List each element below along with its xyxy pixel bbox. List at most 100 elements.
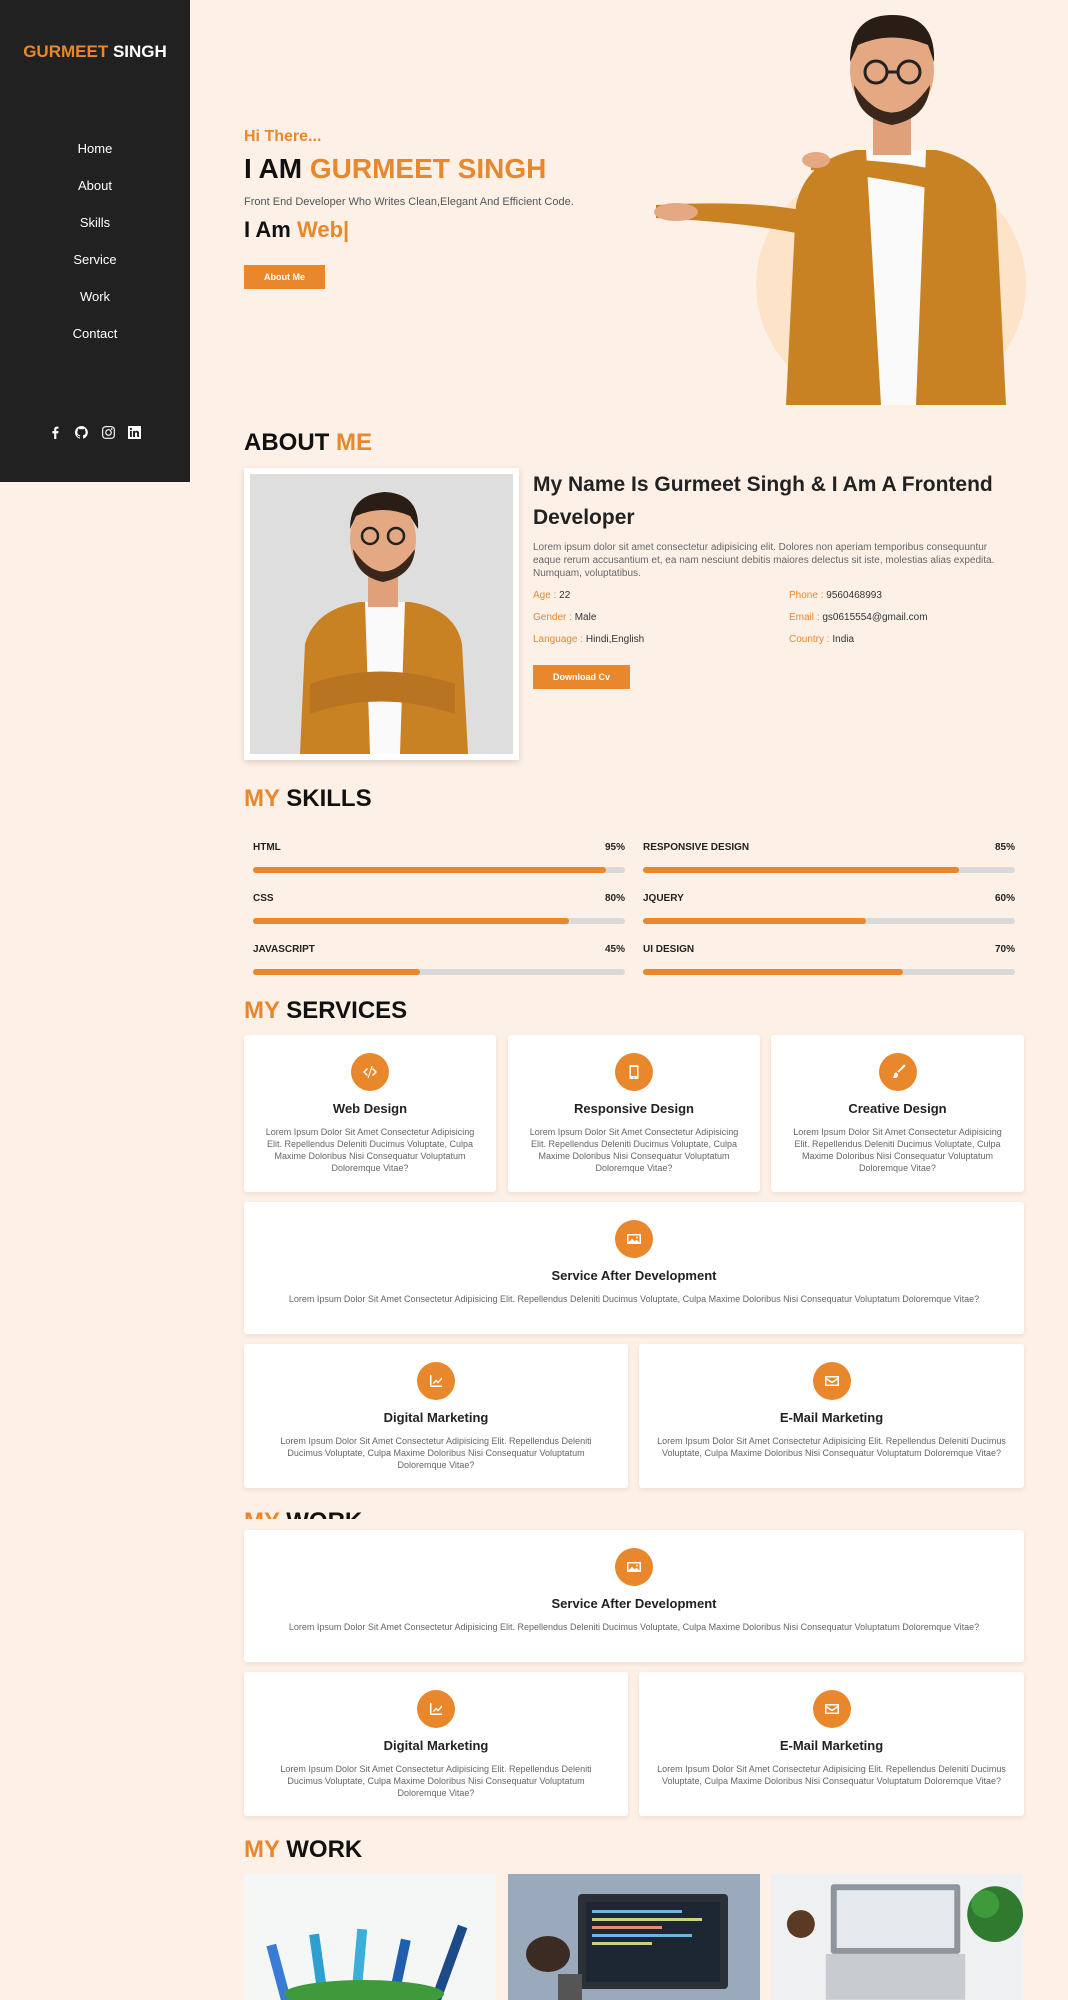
service-text: Lorem Ipsum Dolor Sit Amet Consectetur A… — [288, 1622, 980, 1632]
skill-bar — [643, 969, 1015, 975]
skill-bar — [253, 969, 625, 975]
about-me-button[interactable]: About Me — [244, 265, 325, 289]
info-phone-key: Phone : — [789, 590, 824, 601]
info-age: Age : 22 — [533, 590, 570, 601]
work-heading: MY WORK — [244, 1836, 362, 1864]
hero-title-prefix: I AM — [244, 153, 303, 184]
info-language-value: Hindi,English — [585, 634, 645, 645]
service-card-after-development[interactable]: Service After Development Lorem Ipsum Do… — [244, 1202, 1024, 1334]
skills-heading-first: MY — [244, 785, 280, 812]
skill-bar-fill — [643, 867, 960, 873]
service-card-creative-design[interactable]: Creative Design Lorem Ipsum Dolor Sit Am… — [771, 1035, 1024, 1192]
code-icon — [351, 1053, 389, 1091]
instagram-icon[interactable] — [101, 425, 115, 440]
envelope-icon — [812, 1362, 851, 1400]
service-title: E-Mail Marketing — [779, 1738, 884, 1753]
hero-portrait — [654, 15, 1026, 405]
about-photo-frame — [244, 468, 519, 760]
services-heading-first: MY — [244, 997, 280, 1024]
nav-contact[interactable]: Contact — [0, 323, 190, 360]
skill-bar-fill — [253, 918, 570, 924]
hero-typed-text: I Am Web| — [244, 217, 349, 243]
service-card-web-design[interactable]: Web Design Lorem Ipsum Dolor Sit Amet Co… — [244, 1035, 496, 1192]
brush-icon — [878, 1053, 917, 1091]
service-title: Web Design — [332, 1101, 408, 1116]
service-text: Lorem Ipsum Dolor Sit Amet Consectetur A… — [280, 1436, 592, 1470]
brand-first: GURMEET — [23, 42, 109, 61]
nav-work[interactable]: Work — [0, 286, 190, 323]
service-title: Creative Design — [848, 1101, 947, 1116]
info-language-key: Language : — [533, 634, 584, 645]
skill-responsive-design: RESPONSIVE DESIGN 85% — [643, 842, 1015, 873]
image-icon — [615, 1220, 653, 1258]
chart-icon — [417, 1362, 455, 1400]
about-heading-first: ABOUT — [244, 429, 330, 456]
skill-bar — [643, 918, 1015, 924]
skill-name: JQUERY — [643, 893, 684, 904]
service-text: Lorem Ipsum Dolor Sit Amet Consectetur A… — [657, 1764, 1006, 1786]
service-card-digital-marketing[interactable]: Digital Marketing Lorem Ipsum Dolor Sit … — [244, 1344, 628, 1488]
skill-jquery: JQUERY 60% — [643, 893, 1015, 924]
skills-heading: MY SKILLS — [244, 785, 372, 813]
service-card-responsive-design[interactable]: Responsive Design Lorem Ipsum Dolor Sit … — [508, 1035, 760, 1192]
nav-service[interactable]: Service — [0, 249, 190, 286]
service-card-digital-marketing-duplicate[interactable]: Digital Marketing Lorem Ipsum Dolor Sit … — [244, 1672, 628, 1816]
info-phone: Phone : 9560468993 — [789, 590, 882, 601]
skill-bar — [643, 867, 1015, 873]
skill-percent: 60% — [994, 893, 1015, 904]
skill-percent: 85% — [994, 842, 1015, 853]
about-heading: ABOUT ME — [244, 429, 372, 457]
info-email: Email : gs0615554@gmail.com — [789, 612, 928, 623]
sidebar: GURMEET SINGH Home About Skills Service … — [0, 0, 190, 482]
about-name-line: My Name Is Gurmeet Singh & I Am A Fronte… — [533, 473, 993, 529]
services-heading: MY SERVICES — [244, 997, 407, 1025]
about-photo — [250, 474, 513, 754]
skill-bar-fill — [253, 969, 421, 975]
skill-html: HTML 95% — [253, 842, 625, 873]
work-heading-cutoff-first: MY — [244, 1508, 280, 1519]
info-language: Language : Hindi,English — [533, 634, 644, 645]
service-title: Service After Development — [551, 1268, 717, 1283]
skill-percent: 70% — [994, 944, 1015, 955]
service-text: Lorem Ipsum Dolor Sit Amet Consectetur A… — [280, 1764, 592, 1798]
service-title: Digital Marketing — [383, 1410, 489, 1425]
facebook-icon[interactable] — [48, 425, 62, 440]
nav-about[interactable]: About — [0, 175, 190, 212]
skill-bar — [253, 918, 625, 924]
brand-last: SINGH — [112, 42, 167, 61]
service-card-after-development-duplicate[interactable]: Service After Development Lorem Ipsum Do… — [244, 1530, 1024, 1662]
about-heading-second: ME — [336, 429, 372, 456]
linkedin-icon[interactable] — [128, 425, 142, 440]
skill-name: HTML — [253, 842, 281, 853]
hero-typed-word: Web| — [296, 217, 350, 242]
nav-skills[interactable]: Skills — [0, 212, 190, 249]
skill-percent: 95% — [604, 842, 625, 853]
info-age-value: 22 — [559, 590, 571, 601]
info-country-key: Country : — [789, 634, 830, 645]
brand-logo[interactable]: GURMEET SINGH — [0, 42, 190, 62]
service-title: Service After Development — [551, 1596, 717, 1611]
skill-name: JAVASCRIPT — [253, 944, 315, 955]
hero-typed-prefix: I Am — [244, 217, 291, 242]
social-links — [0, 423, 190, 441]
service-card-email-marketing-duplicate[interactable]: E-Mail Marketing Lorem Ipsum Dolor Sit A… — [639, 1672, 1024, 1816]
info-email-key: Email : — [789, 612, 820, 623]
main-nav: Home About Skills Service Work Contact — [0, 138, 190, 360]
info-gender: Gender : Male — [533, 612, 596, 623]
service-card-email-marketing[interactable]: E-Mail Marketing Lorem Ipsum Dolor Sit A… — [639, 1344, 1024, 1488]
work-heading-first: MY — [244, 1836, 280, 1863]
info-gender-value: Male — [574, 612, 597, 623]
work-image-laptop[interactable] — [508, 1874, 760, 2000]
skill-bar-fill — [643, 969, 904, 975]
info-country-value: India — [832, 634, 855, 645]
nav-home[interactable]: Home — [0, 138, 190, 175]
image-icon — [615, 1548, 653, 1586]
download-cv-button[interactable]: Download Cv — [533, 665, 630, 689]
skill-name: UI DESIGN — [643, 944, 695, 955]
skill-css: CSS 80% — [253, 893, 625, 924]
github-icon[interactable] — [75, 425, 89, 440]
work-image-desk[interactable] — [771, 1874, 1023, 2000]
work-heading-cutoff: MY WORK — [244, 1508, 1024, 1519]
mobile-icon — [615, 1053, 653, 1091]
work-image-pencils[interactable] — [244, 1874, 496, 2000]
